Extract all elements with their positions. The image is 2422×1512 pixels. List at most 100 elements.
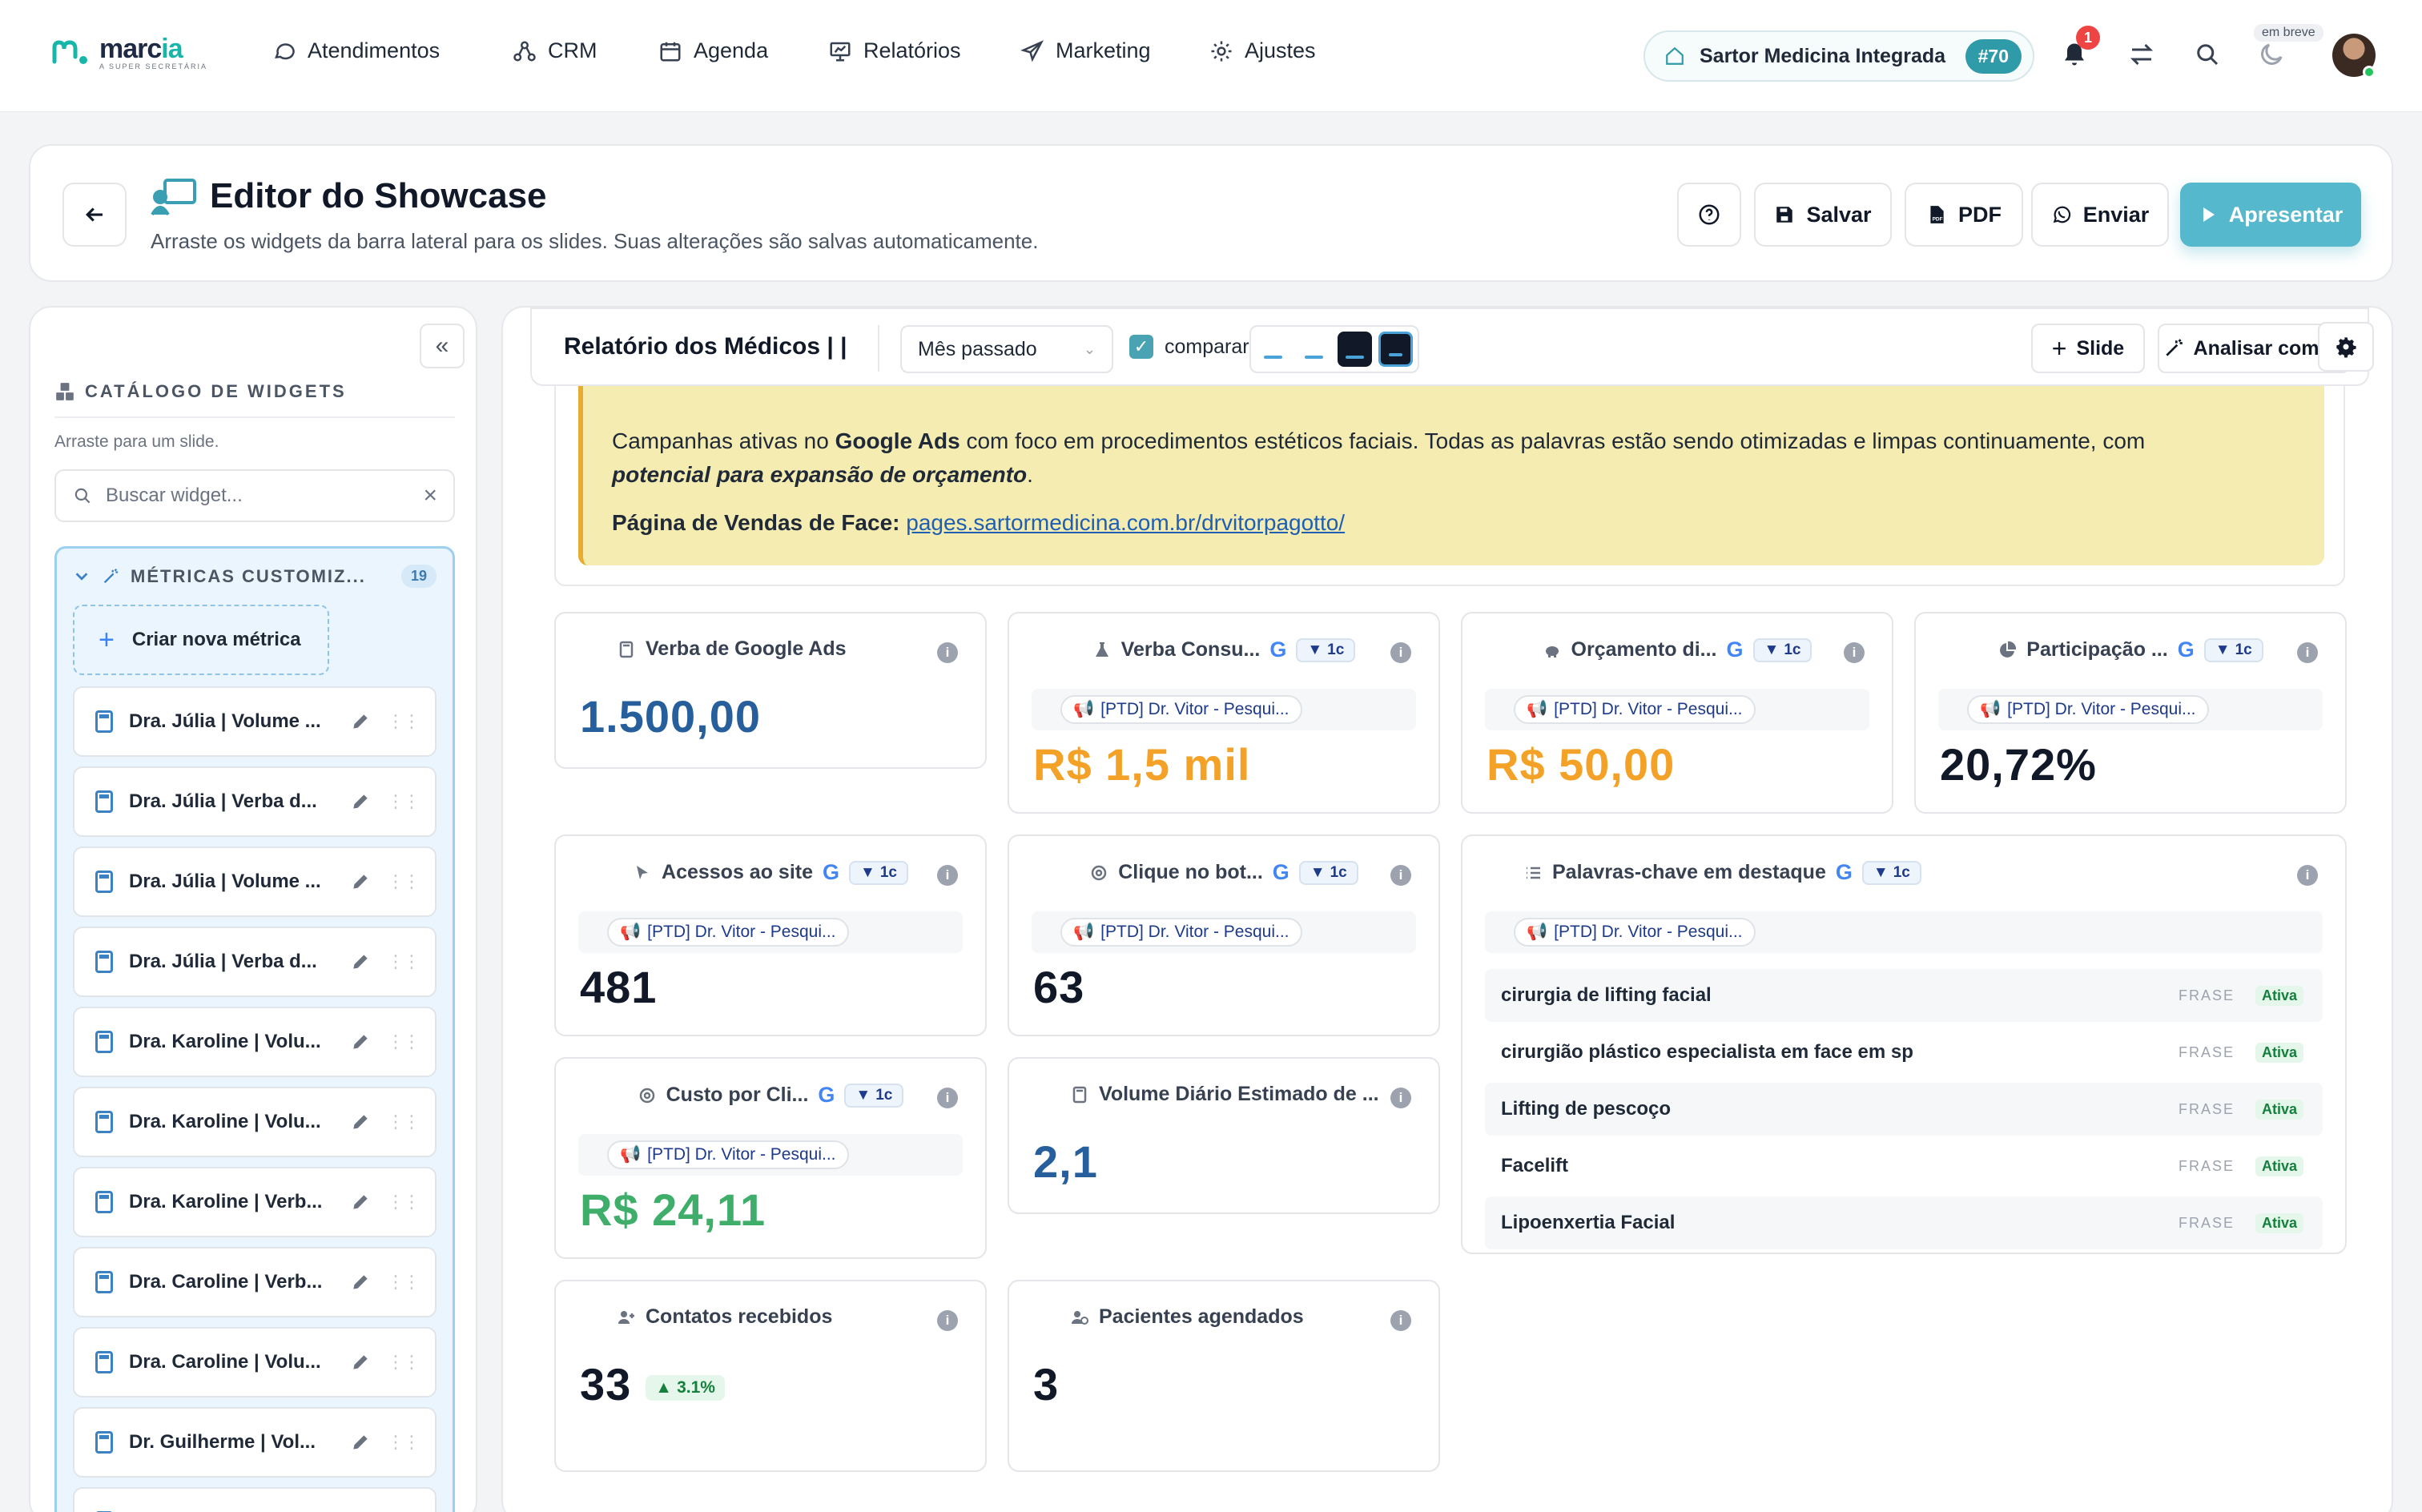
- slide-settings-button[interactable]: [2318, 322, 2374, 372]
- filter-badge[interactable]: ▼ 1c: [844, 1083, 904, 1108]
- info-icon[interactable]: i: [937, 865, 958, 886]
- drag-handle-icon[interactable]: ⋮⋮: [387, 1352, 420, 1373]
- card-participacao[interactable]: Participação ... G ▼ 1c i 📢 [PTD] Dr. Vito…: [1914, 612, 2347, 814]
- organization-switcher[interactable]: Sartor Medicina Integrada #70: [1644, 30, 2034, 82]
- drag-handle-icon[interactable]: ⋮⋮: [387, 1112, 420, 1132]
- custom-metric-item[interactable]: Dra. Karoline | Verb... ⋮⋮: [73, 1167, 437, 1237]
- collapse-sidebar-button[interactable]: «: [420, 324, 465, 368]
- swap-icon[interactable]: [2127, 40, 2156, 69]
- card-palavras-chave[interactable]: Palavras-chave em destaque G ▼ 1c i 📢 [PTD…: [1461, 834, 2347, 1254]
- card-orcamento-diario[interactable]: Orçamento di... G ▼ 1c i 📢 [PTD] Dr. Vitor…: [1461, 612, 1893, 814]
- present-button[interactable]: Apresentar: [2180, 183, 2361, 247]
- create-metric-button[interactable]: + Criar nova métrica: [73, 605, 329, 675]
- campaign-tag[interactable]: 📢 [PTD] Dr. Vitor - Pesqui...: [1060, 918, 1302, 947]
- drag-handle-icon[interactable]: ⋮⋮: [387, 1432, 420, 1453]
- custom-metric-item[interactable]: Dr. Guilherme | Vol... ⋮⋮: [73, 1407, 437, 1478]
- sales-page-link[interactable]: pages.sartormedicina.com.br/drvitorpagot…: [906, 510, 1345, 535]
- pencil-icon[interactable]: [350, 1192, 371, 1212]
- custom-metric-item[interactable]: Dra. Júlia | Volume ... ⋮⋮: [73, 686, 437, 757]
- info-icon[interactable]: i: [1390, 865, 1411, 886]
- nav-atendimentos[interactable]: Atendimentos: [272, 38, 440, 63]
- theme-light-alt-option[interactable]: [1297, 332, 1331, 367]
- custom-metric-item[interactable]: Dr. Guilherme | Ver...⋮⋮: [73, 1487, 437, 1512]
- clear-search-icon[interactable]: ×: [423, 482, 437, 509]
- compare-checkbox[interactable]: ✓: [1129, 335, 1153, 359]
- drag-handle-icon[interactable]: ⋮⋮: [387, 1192, 420, 1212]
- card-verba-google-ads[interactable]: Verba de Google Ads i 1.500,00: [554, 612, 987, 769]
- drag-handle-icon[interactable]: ⋮⋮: [387, 711, 420, 732]
- theme-light-option[interactable]: [1256, 332, 1290, 367]
- custom-metric-item[interactable]: Dra. Júlia | Verba d... ⋮⋮: [73, 766, 437, 837]
- nav-agenda[interactable]: Agenda: [658, 38, 768, 63]
- back-button[interactable]: [62, 183, 127, 247]
- info-icon[interactable]: i: [2297, 642, 2318, 663]
- pencil-icon[interactable]: [350, 951, 371, 972]
- widget-search-input[interactable]: Buscar widget... ×: [54, 469, 455, 522]
- theme-dark-selected-option[interactable]: [1378, 332, 1414, 367]
- card-clique-botao[interactable]: Clique no bot... G ▼ 1c i 📢 [PTD] Dr. Vito…: [1008, 834, 1440, 1036]
- card-acessos-site[interactable]: Acessos ao site G ▼ 1c i 📢 [PTD] Dr. Vitor…: [554, 834, 987, 1036]
- card-pacientes-agendados[interactable]: Pacientes agendados i 3: [1008, 1280, 1440, 1472]
- custom-metric-item[interactable]: Dra. Caroline | Verb... ⋮⋮: [73, 1247, 437, 1317]
- pencil-icon[interactable]: [350, 871, 371, 892]
- theme-dark-option[interactable]: [1337, 332, 1372, 367]
- info-icon[interactable]: i: [937, 1088, 958, 1108]
- app-logo[interactable]: marcia A SUPER SECRETÁRIA: [51, 35, 207, 70]
- info-icon[interactable]: i: [2297, 865, 2318, 886]
- info-icon[interactable]: i: [1390, 1088, 1411, 1108]
- pencil-icon[interactable]: [350, 1112, 371, 1132]
- pencil-icon[interactable]: [350, 1031, 371, 1052]
- nav-relatorios[interactable]: Relatórios: [828, 38, 961, 63]
- info-icon[interactable]: i: [937, 642, 958, 663]
- campaign-tag[interactable]: 📢 [PTD] Dr. Vitor - Pesqui...: [1060, 695, 1302, 724]
- custom-metric-item[interactable]: Dra. Karoline | Volu... ⋮⋮: [73, 1087, 437, 1157]
- help-button[interactable]: [1677, 183, 1741, 247]
- drag-handle-icon[interactable]: ⋮⋮: [387, 1272, 420, 1293]
- custom-metric-item[interactable]: Dra. Júlia | Volume ... ⋮⋮: [73, 846, 437, 917]
- send-button[interactable]: Enviar: [2031, 183, 2169, 247]
- nav-marketing[interactable]: Marketing: [1020, 38, 1151, 63]
- pencil-icon[interactable]: [350, 1432, 371, 1453]
- pencil-icon[interactable]: [350, 1272, 371, 1293]
- campaign-tag[interactable]: 📢 [PTD] Dr. Vitor - Pesqui...: [1514, 695, 1756, 724]
- info-icon[interactable]: i: [937, 1310, 958, 1331]
- filter-badge[interactable]: ▼ 1c: [1752, 637, 1812, 662]
- custom-metric-item[interactable]: Dra. Karoline | Volu... ⋮⋮: [73, 1007, 437, 1077]
- filter-badge[interactable]: ▼ 1c: [849, 860, 908, 885]
- drag-handle-icon[interactable]: ⋮⋮: [387, 871, 420, 892]
- campaign-tag[interactable]: 📢 [PTD] Dr. Vitor - Pesqui...: [1514, 918, 1756, 947]
- campaign-tag[interactable]: 📢 [PTD] Dr. Vitor - Pesqui...: [607, 918, 849, 947]
- pencil-icon[interactable]: [350, 791, 371, 812]
- campaign-tag[interactable]: 📢 [PTD] Dr. Vitor - Pesqui...: [607, 1140, 849, 1169]
- drag-handle-icon[interactable]: ⋮⋮: [387, 1031, 420, 1052]
- card-volume-diario[interactable]: Volume Diário Estimado de ... i 2,1: [1008, 1057, 1440, 1214]
- info-icon[interactable]: i: [1390, 642, 1411, 663]
- save-button[interactable]: Salvar: [1754, 183, 1892, 247]
- custom-metric-item[interactable]: Dra. Caroline | Volu... ⋮⋮: [73, 1327, 437, 1397]
- filter-badge[interactable]: ▼ 1c: [1298, 860, 1358, 885]
- filter-badge[interactable]: ▼ 1c: [2203, 637, 2263, 662]
- filter-badge[interactable]: ▼ 1c: [1296, 637, 1356, 662]
- nav-ajustes[interactable]: Ajustes: [1209, 38, 1316, 63]
- custom-metric-item[interactable]: Dra. Júlia | Verba d... ⋮⋮: [73, 927, 437, 997]
- pencil-icon[interactable]: [350, 711, 371, 732]
- info-icon[interactable]: i: [1390, 1310, 1411, 1331]
- nav-crm[interactable]: CRM: [513, 38, 597, 63]
- filter-badge[interactable]: ▼ 1c: [1861, 860, 1921, 885]
- card-contatos-recebidos[interactable]: Contatos recebidos i 33 ▲ 3.1%: [554, 1280, 987, 1472]
- pdf-button[interactable]: PDF PDF: [1905, 183, 2023, 247]
- drag-handle-icon[interactable]: ⋮⋮: [387, 791, 420, 812]
- period-select[interactable]: Mês passado ⌄: [900, 325, 1113, 373]
- pencil-icon[interactable]: [350, 1352, 371, 1373]
- drag-handle-icon[interactable]: ⋮⋮: [387, 951, 420, 972]
- add-slide-button[interactable]: + Slide: [2031, 324, 2145, 373]
- search-icon[interactable]: [2193, 40, 2222, 69]
- note-widget[interactable]: Campanhas ativas no Google Ads com foco …: [554, 383, 2345, 586]
- compare-toggle[interactable]: ✓ comparar: [1129, 335, 1249, 359]
- report-title[interactable]: Relatório dos Médicos | |: [564, 333, 847, 360]
- info-icon[interactable]: i: [1844, 642, 1865, 663]
- card-custo-clique[interactable]: Custo por Cli... G ▼ 1c i 📢 [PTD] Dr. Vito…: [554, 1057, 987, 1259]
- custom-metrics-group-header[interactable]: MÉTRICAS CUSTOMIZ... 19: [73, 565, 437, 588]
- card-verba-consumida[interactable]: Verba Consu... G ▼ 1c i 📢 [PTD] Dr. Vitor …: [1008, 612, 1440, 814]
- campaign-tag[interactable]: 📢 [PTD] Dr. Vitor - Pesqui...: [1967, 695, 2209, 724]
